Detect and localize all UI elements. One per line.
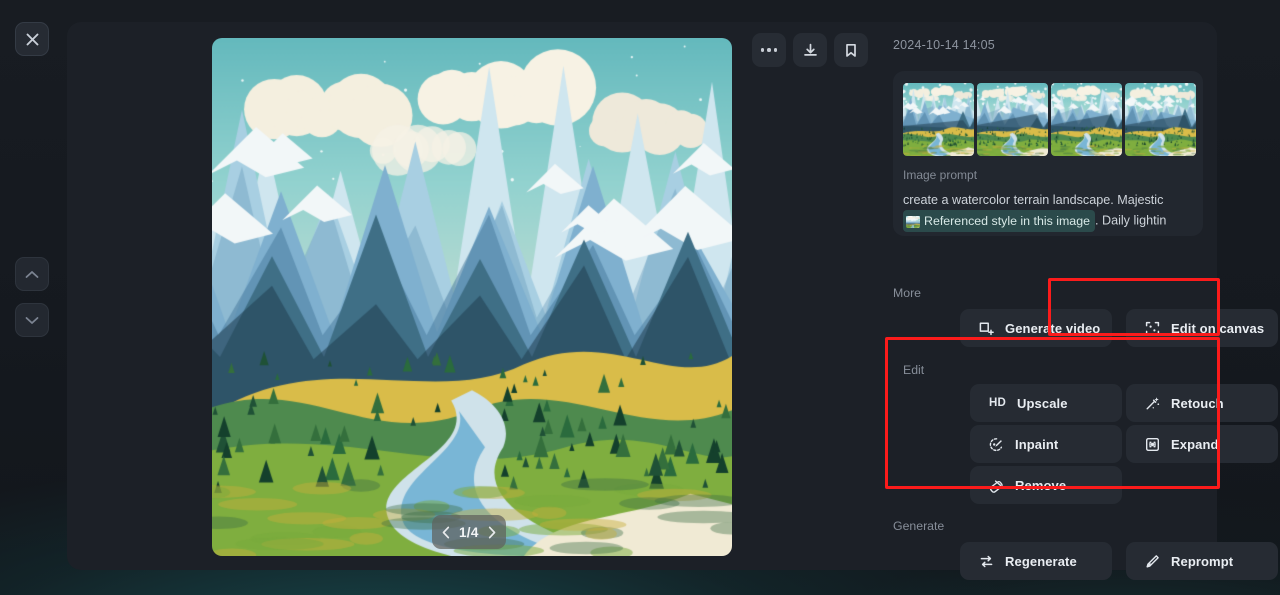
- timestamp: 2024-10-14 14:05: [893, 38, 995, 52]
- pager-next-icon[interactable]: [488, 526, 496, 539]
- section-title-more: More: [893, 286, 922, 300]
- reference-style-chip[interactable]: Referenced style in this image: [903, 210, 1095, 232]
- bookmark-button[interactable]: [834, 33, 868, 67]
- reprompt-button[interactable]: Reprompt: [1126, 542, 1278, 580]
- generate-video-label: Generate video: [1005, 320, 1101, 336]
- pager-count: 1/4: [459, 524, 479, 540]
- refresh-arrows-icon: [980, 555, 993, 567]
- inpaint-label: Inpaint: [1015, 436, 1059, 452]
- prompt-card[interactable]: Image prompt create a watercolor terrain…: [893, 71, 1203, 236]
- retouch-button[interactable]: Retouch: [1126, 384, 1278, 422]
- section-title-generate: Generate: [893, 519, 945, 533]
- more-dots-icon: [760, 48, 778, 52]
- main-image[interactable]: [212, 38, 732, 556]
- close-button[interactable]: [15, 22, 49, 56]
- section-title-edit: Edit: [903, 363, 925, 377]
- hd-icon: HD: [989, 397, 1007, 409]
- thumbnail-item[interactable]: [977, 83, 1048, 156]
- download-button[interactable]: [793, 33, 827, 67]
- canvas-crop-icon: [1145, 321, 1160, 335]
- prompt-text-after: . Daily lightin: [1094, 213, 1167, 228]
- paint-brush-icon: [989, 437, 1003, 451]
- remove-button[interactable]: Remove: [970, 466, 1122, 504]
- reference-chip-label: Referenced style in this image: [924, 214, 1090, 228]
- generate-video-button[interactable]: Generate video: [960, 309, 1112, 347]
- prompt-label: Image prompt: [903, 168, 978, 182]
- upscale-button[interactable]: HD Upscale: [970, 384, 1122, 422]
- bookmark-icon: [846, 43, 856, 57]
- eraser-icon: [989, 479, 1003, 493]
- prompt-text-before: create a watercolor terrain landscape. M…: [903, 193, 1164, 207]
- next-image-button[interactable]: [15, 303, 49, 337]
- video-frame-icon: [979, 322, 994, 335]
- pencil-icon: [1146, 554, 1159, 567]
- more-options-button[interactable]: [752, 33, 786, 67]
- thumbnail-item[interactable]: [1125, 83, 1196, 156]
- previous-image-button[interactable]: [15, 257, 49, 291]
- expand-square-icon: [1146, 437, 1160, 451]
- magic-wand-icon: [1146, 396, 1160, 409]
- main-image-canvas: [212, 38, 732, 556]
- upscale-label: Upscale: [1017, 395, 1068, 411]
- reference-thumbnail-icon: [906, 215, 920, 228]
- prompt-text: create a watercolor terrain landscape. M…: [903, 190, 1193, 232]
- edit-on-canvas-button[interactable]: Edit on canvas: [1126, 309, 1278, 347]
- retouch-label: Retouch: [1171, 395, 1224, 411]
- reprompt-label: Reprompt: [1171, 553, 1234, 569]
- app-root: 1/4 2024-10-14 14:05 Image prompt create…: [0, 0, 1280, 595]
- pager-prev-icon[interactable]: [442, 526, 450, 539]
- thumbnail-strip: [903, 83, 1196, 156]
- inpaint-button[interactable]: Inpaint: [970, 425, 1122, 463]
- image-pager[interactable]: 1/4: [432, 515, 506, 549]
- expand-label: Expand: [1171, 436, 1219, 452]
- expand-button[interactable]: Expand: [1126, 425, 1278, 463]
- download-icon: [803, 43, 817, 56]
- thumbnail-item[interactable]: [1051, 83, 1122, 156]
- regenerate-label: Regenerate: [1005, 553, 1077, 569]
- remove-label: Remove: [1015, 477, 1067, 493]
- sidebar: 2024-10-14 14:05 Image prompt create a w…: [893, 22, 1278, 580]
- regenerate-button[interactable]: Regenerate: [960, 542, 1112, 580]
- thumbnail-item[interactable]: [903, 83, 974, 156]
- detail-panel: 1/4 2024-10-14 14:05 Image prompt create…: [67, 22, 1278, 580]
- edit-on-canvas-label: Edit on canvas: [1171, 320, 1265, 336]
